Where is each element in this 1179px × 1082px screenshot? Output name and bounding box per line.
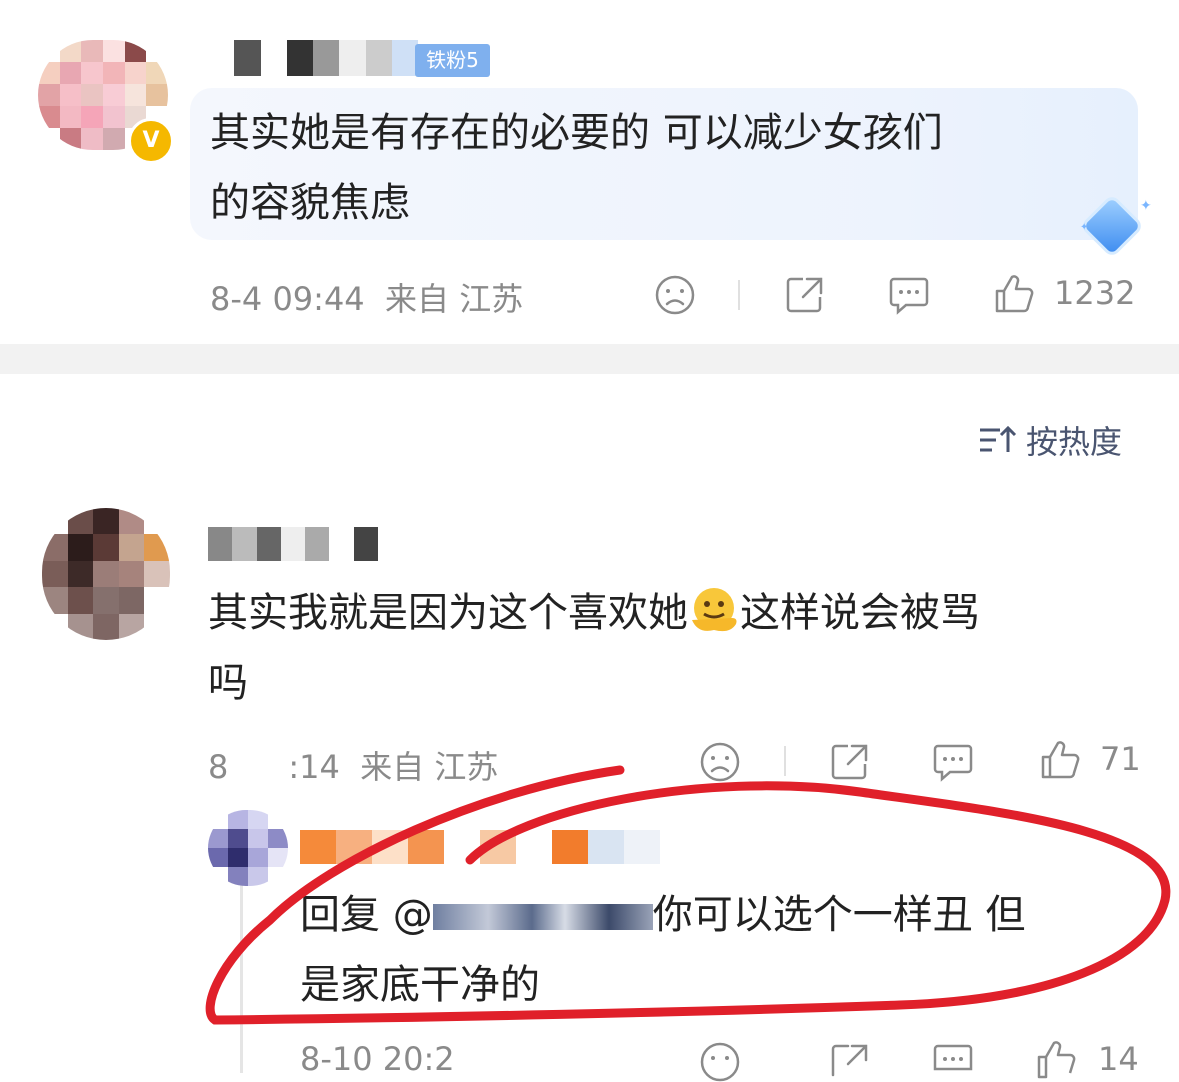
separator [738, 280, 740, 310]
location: 江苏 [459, 280, 524, 318]
sort-icon [980, 425, 1017, 452]
like-count: 71 [1100, 740, 1141, 778]
comment-meta: 8-4 09:44 来自 江苏 [210, 274, 523, 320]
username-blurred[interactable] [208, 527, 378, 561]
from-label: 来自 [360, 748, 425, 786]
melting-face-emoji-icon [692, 588, 737, 632]
comment-icon[interactable] [888, 275, 930, 315]
like-icon[interactable] [1040, 740, 1080, 780]
reply-text: 回复 @ 你可以选个一样丑 但 [300, 892, 1026, 938]
verified-badge-icon: V [128, 118, 174, 164]
comment-text: 的容貌焦虑 [210, 180, 410, 226]
share-icon[interactable] [830, 1042, 870, 1082]
avatar[interactable] [208, 810, 288, 886]
comment-text: 吗 [208, 660, 248, 706]
sparkle-icon: ✦ [1080, 222, 1089, 233]
dislike-face-icon[interactable] [655, 275, 695, 315]
sparkle-icon: ✦ [1140, 198, 1152, 214]
dislike-face-icon[interactable] [700, 1042, 740, 1082]
comment-time: 8 [208, 748, 229, 786]
dislike-face-icon[interactable] [700, 742, 740, 782]
section-divider [0, 344, 1179, 374]
mention-blurred[interactable] [432, 904, 653, 930]
reply-time: 8-10 20:2 [300, 1040, 455, 1078]
from-label: 来自 [385, 280, 450, 318]
username-blurred[interactable] [300, 830, 660, 864]
comment-meta: 8 :14 来自 江苏 [208, 742, 498, 788]
comment-text: 其实我就是因为这个喜欢她 这样说会被骂 [208, 578, 980, 648]
location: 江苏 [434, 748, 499, 786]
like-count: 1232 [1054, 274, 1136, 312]
comment-time: 8-4 09:44 [210, 280, 365, 318]
comment-icon[interactable] [932, 742, 974, 782]
username-blurred[interactable] [208, 40, 418, 76]
fan-badge: 铁粉5 [415, 44, 490, 77]
sort-button[interactable]: 按热度 [978, 418, 1122, 462]
like-icon[interactable] [1036, 1040, 1076, 1080]
reply-prefix: 回复 @ [300, 892, 433, 938]
like-icon[interactable] [994, 274, 1034, 314]
share-icon[interactable] [785, 275, 825, 315]
avatar[interactable] [42, 508, 170, 640]
sort-label: 按热度 [1026, 423, 1123, 461]
comment-text: 其实她是有存在的必要的 可以减少女孩们 [210, 110, 943, 156]
separator [784, 746, 786, 776]
comment-icon[interactable] [932, 1042, 974, 1082]
like-count: 14 [1098, 1040, 1139, 1078]
reply-text: 是家底干净的 [300, 962, 540, 1008]
share-icon[interactable] [830, 742, 870, 782]
reply-thread-line [240, 880, 243, 1073]
comment-time: :14 [288, 748, 340, 786]
